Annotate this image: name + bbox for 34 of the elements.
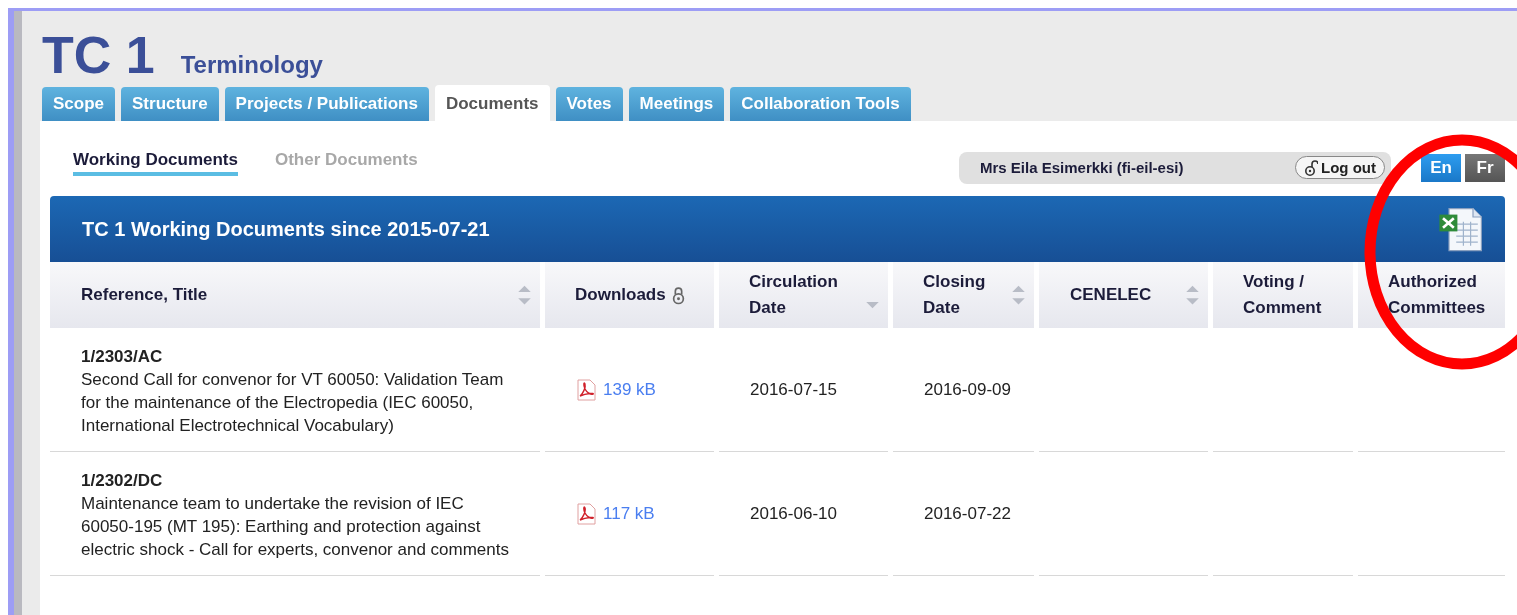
column-header[interactable]: Circulation Date <box>719 262 888 328</box>
pdf-icon <box>575 502 597 525</box>
sort-icon[interactable] <box>517 283 532 307</box>
table-cell: 2016-07-15 <box>750 379 837 400</box>
language-button[interactable]: En <box>1421 153 1461 182</box>
column-header[interactable]: Voting / Comment <box>1213 262 1353 328</box>
download-link[interactable]: 139 kB <box>575 378 656 401</box>
column-header[interactable]: Authorized Committees <box>1358 262 1505 328</box>
language-button[interactable]: Fr <box>1465 153 1505 182</box>
table-cell: 2016-09-09 <box>924 379 1011 400</box>
column-header[interactable]: CENELEC <box>1039 262 1208 328</box>
committee-name: Terminology <box>180 51 323 79</box>
document-title: Maintenance team to undertake the revision of IEC 60050-195 (MT 195): Earthing and protection against electric shock - Call for experts, convenor and comments <box>81 493 510 561</box>
column-header[interactable]: Reference, Title <box>50 262 540 328</box>
document-reference[interactable]: 1/2302/DC <box>81 469 163 492</box>
document-reference[interactable]: 1/2303/AC <box>81 345 163 368</box>
download-link[interactable]: 117 kB <box>575 502 655 525</box>
committee-code: TC 1 <box>42 29 155 81</box>
table-title: TC 1 Working Documents since 2015-07-21 <box>82 217 490 241</box>
spreadsheet-export-icon[interactable] <box>1437 205 1485 253</box>
document-title: Second Call for convenor for VT 60050: Validation Team for the maintenance of the Electropedia (IEC 60050, International Electrotechnical Vocabulary) <box>81 369 505 437</box>
table-cell: 2016-07-22 <box>924 503 1011 524</box>
sort-icon[interactable] <box>865 299 880 311</box>
sort-icon[interactable] <box>1185 283 1200 307</box>
subtab[interactable]: Working Documents <box>73 149 238 176</box>
column-header[interactable]: Downloads <box>545 262 714 328</box>
nav-tab[interactable]: Documents <box>434 85 550 121</box>
user-name: Mrs Eila Esimerkki (fi-eil-esi) <box>980 159 1184 176</box>
logout-button[interactable]: Log out <box>1295 156 1385 179</box>
unlock-icon <box>1304 159 1318 176</box>
column-header[interactable]: Closing Date <box>893 262 1034 328</box>
sort-icon[interactable] <box>1011 283 1026 307</box>
pdf-icon <box>575 378 597 401</box>
table-cell: 2016-06-10 <box>750 503 837 524</box>
